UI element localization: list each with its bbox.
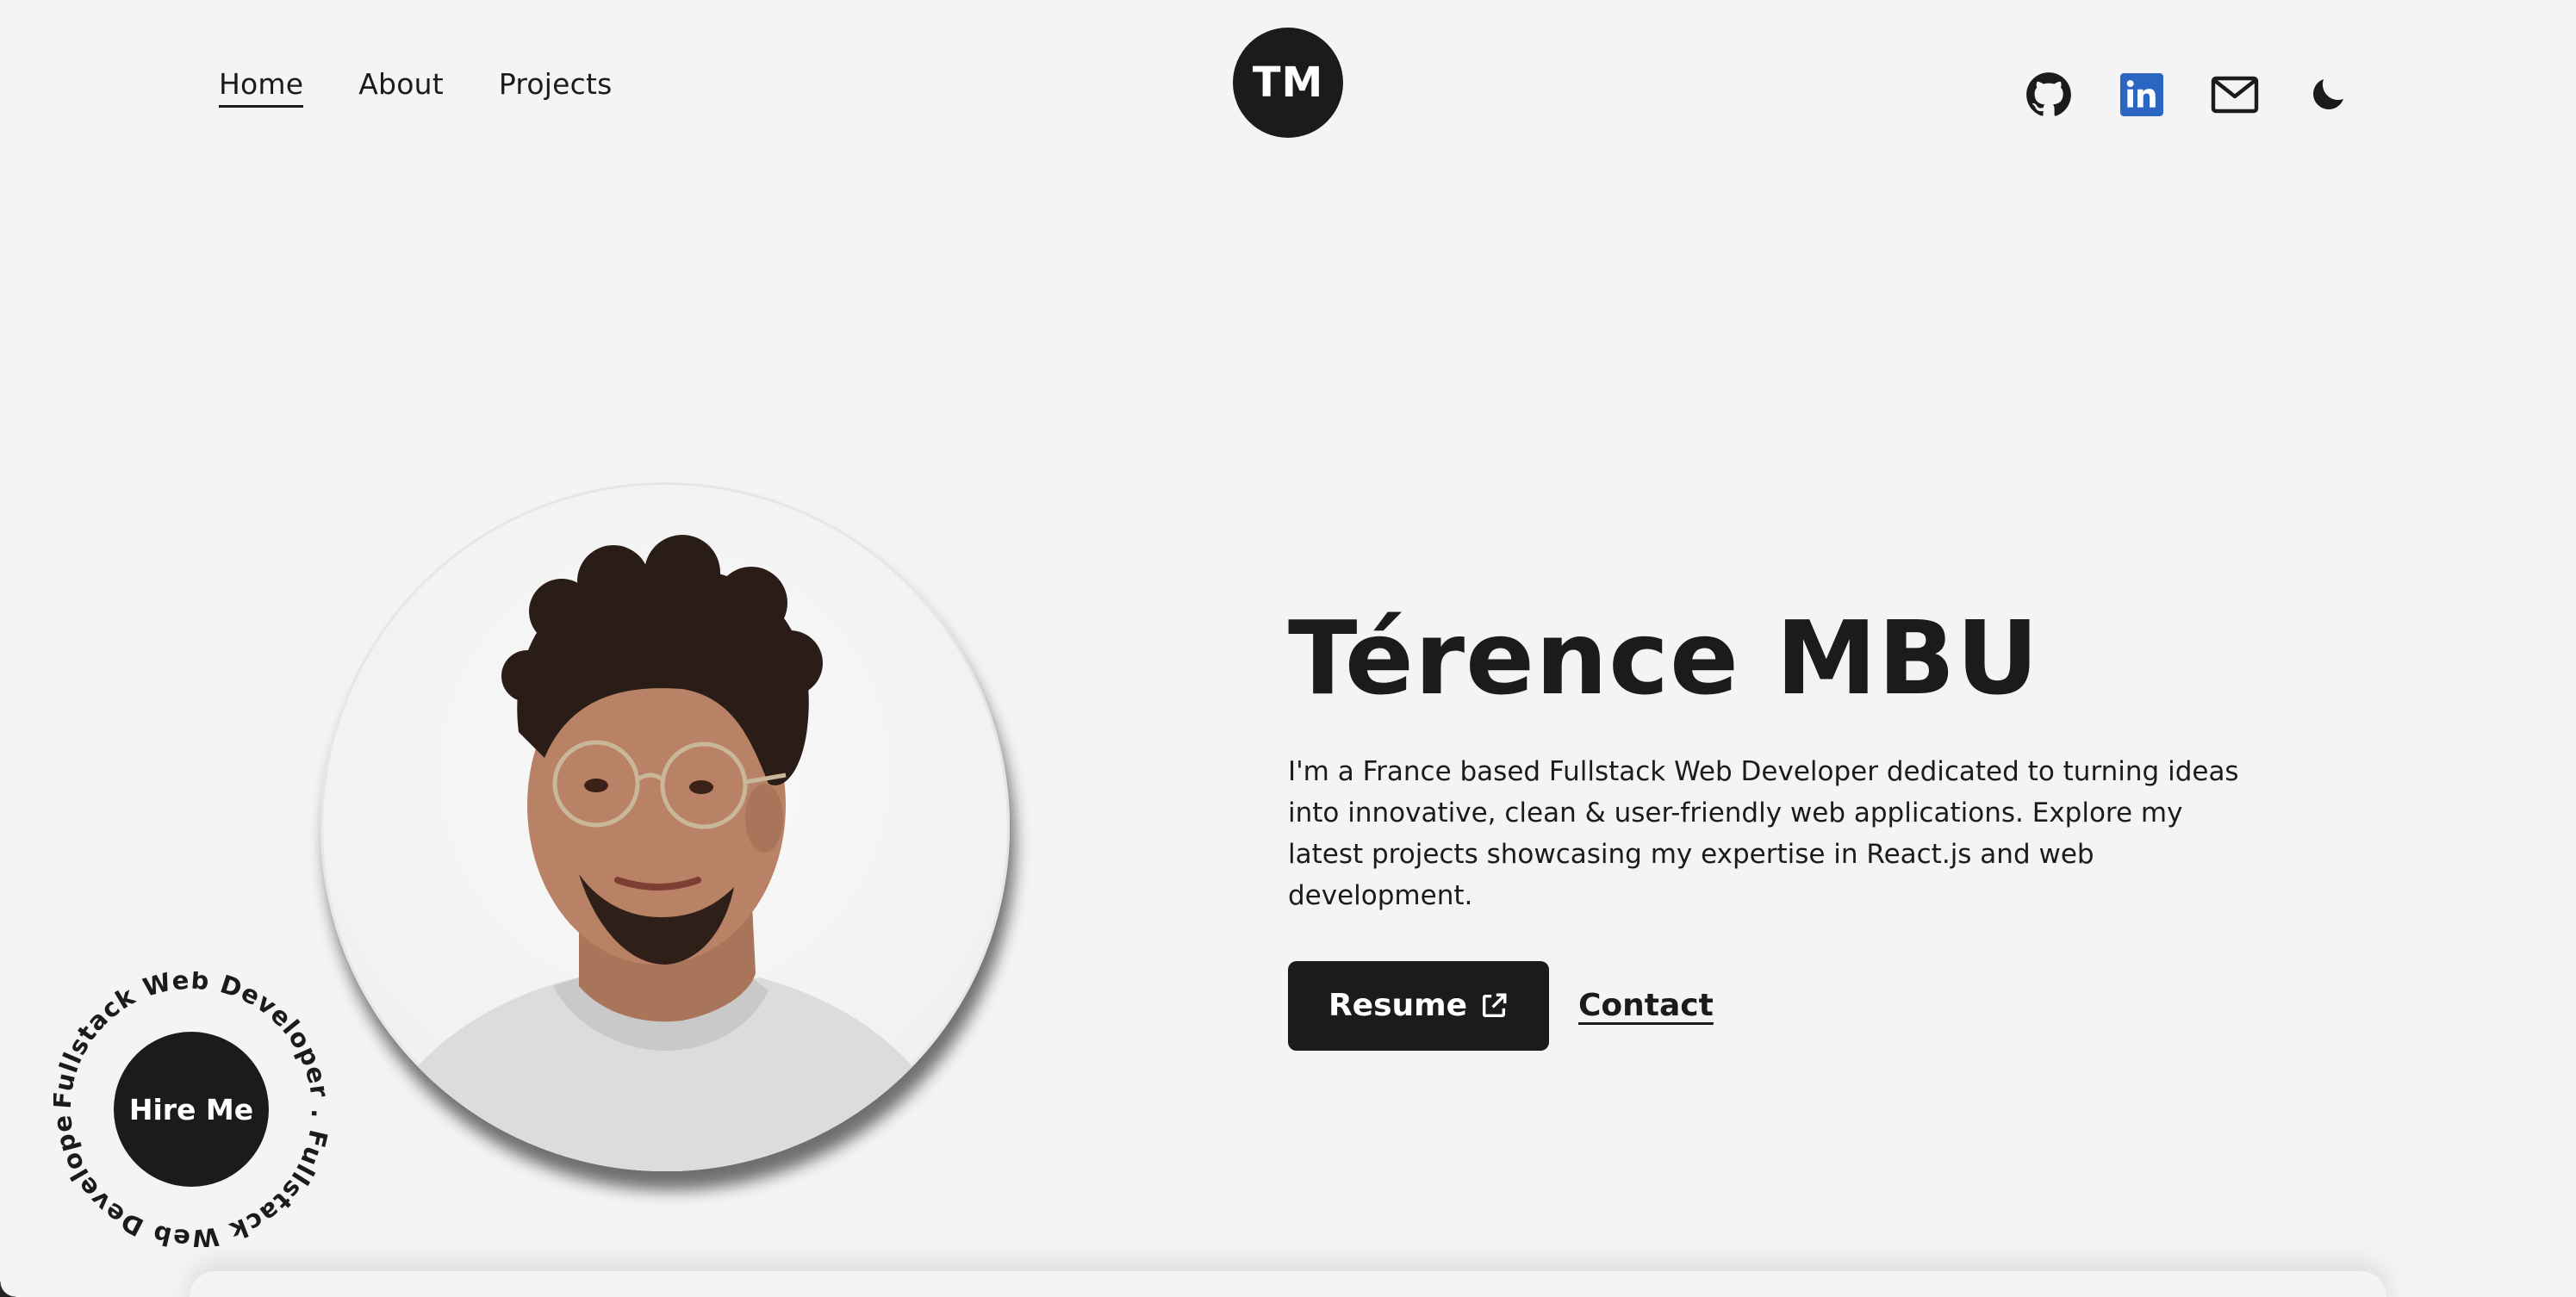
hire-me-button[interactable]: Hire Me bbox=[114, 1032, 269, 1187]
github-icon[interactable] bbox=[2025, 71, 2073, 119]
nav-link-home[interactable]: Home bbox=[219, 67, 304, 108]
hero-actions: Resume Contact bbox=[1288, 960, 2270, 1051]
resume-button[interactable]: Resume bbox=[1288, 960, 1549, 1051]
hire-me-badge: Fullstack Web Developer . Fullstack Web … bbox=[53, 971, 329, 1247]
social-links bbox=[2025, 71, 2352, 119]
profile-illustration bbox=[372, 535, 958, 1171]
logo-monogram[interactable]: TM bbox=[1233, 28, 1343, 138]
hero-description: I'm a France based Fullstack Web Develop… bbox=[1288, 755, 2239, 911]
linkedin-icon[interactable] bbox=[2118, 71, 2166, 119]
page: Home About Projects TM Térence MBU I'm a… bbox=[0, 0, 2576, 1297]
profile-photo bbox=[320, 482, 1010, 1171]
next-section-edge bbox=[190, 1271, 2386, 1297]
mail-icon[interactable] bbox=[2211, 71, 2259, 119]
window-corner bbox=[0, 1281, 16, 1297]
contact-link[interactable]: Contact bbox=[1578, 988, 1714, 1023]
main-nav: Home About Projects bbox=[219, 67, 613, 108]
moon-icon[interactable] bbox=[2304, 71, 2352, 119]
hero-content: Térence MBU I'm a France based Fullstack… bbox=[1288, 599, 2270, 1051]
resume-label: Resume bbox=[1328, 988, 1468, 1024]
hero-name: Térence MBU bbox=[1288, 599, 2040, 717]
nav-link-projects[interactable]: Projects bbox=[499, 67, 613, 108]
nav-link-about[interactable]: About bbox=[358, 67, 444, 108]
external-link-icon bbox=[1483, 993, 1507, 1017]
